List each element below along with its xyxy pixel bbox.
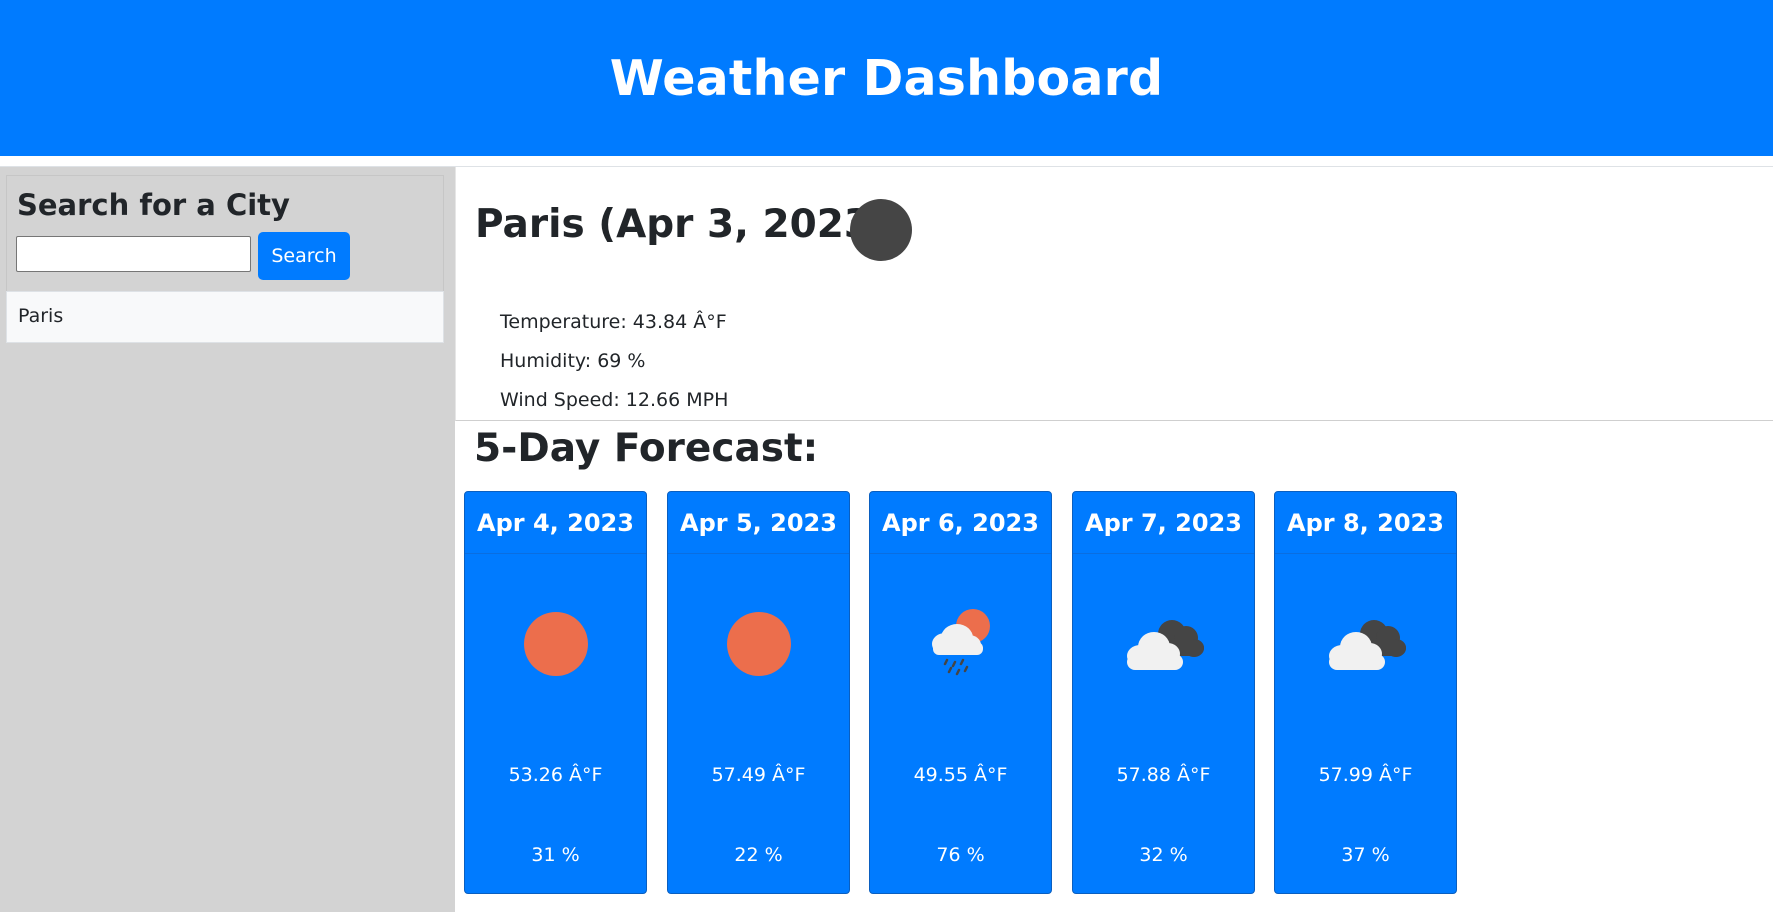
sun-icon (726, 612, 791, 676)
forecast-card: Apr 4, 2023 53.26 Â°F 31 % (464, 491, 647, 894)
broken-clouds-icon (1126, 620, 1204, 670)
forecast-temperature: 57.49 Â°F (711, 764, 806, 786)
forecast-card: Apr 8, 2023 57.99 Â°F 37 % (1274, 491, 1457, 894)
forecast-date: Apr 7, 2023 (1073, 492, 1254, 554)
current-weather-panel: Paris (Apr 3, 2023) Temperature: 43.84 Â… (455, 167, 1773, 421)
forecast-date: Apr 4, 2023 (465, 492, 646, 554)
forecast-date: Apr 8, 2023 (1275, 492, 1456, 554)
forecast-date: Apr 5, 2023 (668, 492, 849, 554)
current-humidity: Humidity: 69 % (500, 350, 646, 372)
history-item-paris[interactable]: Paris (6, 291, 444, 343)
moon-icon (850, 199, 912, 261)
forecast-card: Apr 7, 2023 57.88 Â°F 32 % (1072, 491, 1255, 894)
forecast-humidity: 76 % (936, 844, 985, 866)
forecast-temperature: 49.55 Â°F (913, 764, 1008, 786)
city-search-input[interactable] (16, 236, 251, 272)
search-panel: Search for a City Search (6, 175, 444, 292)
rain-sun-cloud-icon (931, 609, 990, 676)
forecast-humidity: 22 % (734, 844, 783, 866)
search-button[interactable]: Search (258, 232, 350, 280)
forecast-date: Apr 6, 2023 (870, 492, 1051, 554)
forecast-humidity: 32 % (1139, 844, 1188, 866)
forecast-humidity: 37 % (1341, 844, 1390, 866)
forecast-card: Apr 6, 2023 49.55 Â°F 76 % (869, 491, 1052, 894)
forecast-temperature: 57.88 Â°F (1116, 764, 1211, 786)
sidebar: Search for a City Search Paris (0, 167, 455, 912)
forecast-temperature: 53.26 Â°F (508, 764, 603, 786)
sun-icon (523, 612, 588, 676)
header-divider (0, 156, 1773, 167)
page-header: Weather Dashboard (0, 0, 1773, 156)
current-city-title: Paris (Apr 3, 2023) (475, 202, 889, 247)
search-heading: Search for a City (17, 188, 290, 222)
current-temperature: Temperature: 43.84 Â°F (500, 311, 727, 333)
forecast-card: Apr 5, 2023 57.49 Â°F 22 % (667, 491, 850, 894)
forecast-heading: 5-Day Forecast: (474, 426, 819, 471)
current-wind-speed: Wind Speed: 12.66 MPH (500, 389, 729, 411)
broken-clouds-icon (1328, 620, 1406, 670)
forecast-humidity: 31 % (531, 844, 580, 866)
forecast-temperature: 57.99 Â°F (1318, 764, 1413, 786)
page-title: Weather Dashboard (609, 49, 1164, 107)
